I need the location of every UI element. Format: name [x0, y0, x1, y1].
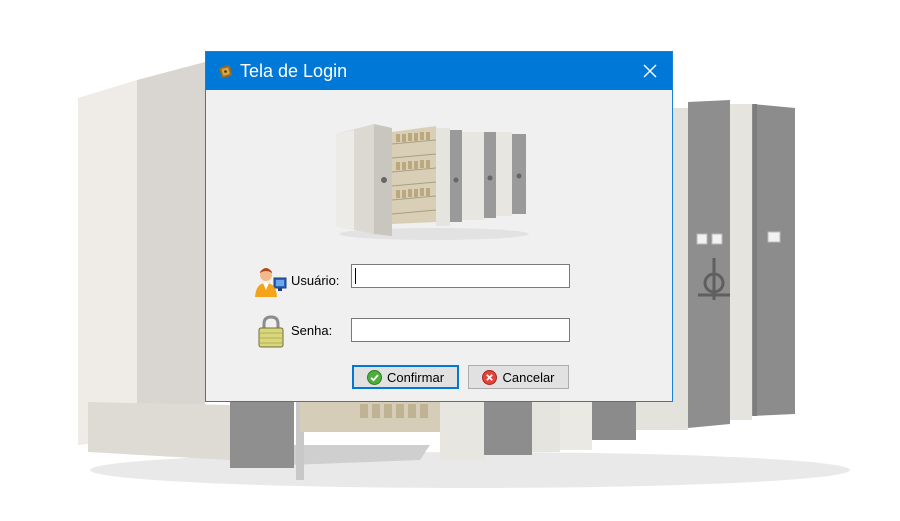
- confirm-button[interactable]: Confirmar: [352, 365, 459, 389]
- cancel-button-label: Cancelar: [502, 369, 555, 385]
- archive-shelving-logo-image: [336, 124, 529, 240]
- login-dialog: Tela de Login Usuário: Senha: Confirmar …: [205, 51, 673, 402]
- x-circle-icon: [482, 369, 498, 385]
- password-input[interactable]: [351, 318, 570, 342]
- window-title: Tela de Login: [240, 61, 348, 81]
- check-circle-icon: [366, 369, 382, 385]
- user-icon: [255, 268, 287, 297]
- padlock-icon: [219, 65, 232, 78]
- password-label: Senha:: [291, 323, 333, 338]
- lock-icon: [258, 315, 284, 348]
- text-caret: [355, 268, 356, 284]
- confirm-button-label: Confirmar: [386, 369, 445, 385]
- close-icon: [643, 64, 657, 78]
- title-bar[interactable]: Tela de Login: [206, 52, 672, 90]
- username-label: Usuário:: [291, 273, 340, 288]
- username-input[interactable]: [351, 264, 570, 288]
- cancel-button[interactable]: Cancelar: [468, 365, 569, 389]
- close-button[interactable]: [628, 52, 672, 90]
